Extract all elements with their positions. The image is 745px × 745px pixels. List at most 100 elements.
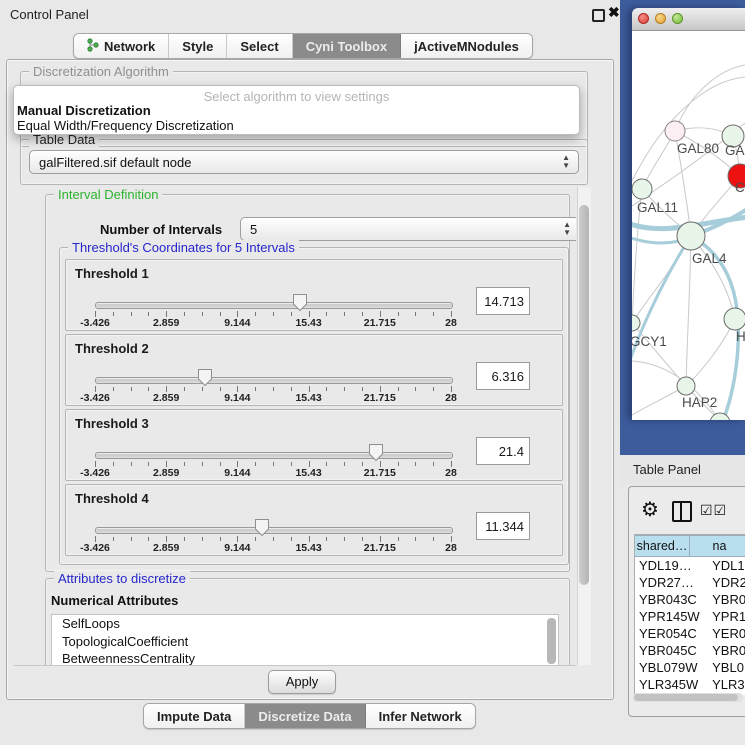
cell-shared[interactable]: YDR27…	[635, 574, 708, 591]
scrollbar-thumb[interactable]	[634, 694, 738, 701]
tab-style[interactable]: Style	[169, 34, 227, 58]
tab-infer-network-label: Infer Network	[379, 709, 462, 724]
attributes-list-scrollbar[interactable]	[547, 618, 556, 664]
threshold-4-slider-thumb[interactable]	[254, 518, 270, 537]
tick-label: 15.43	[295, 467, 321, 479]
cell-name[interactable]: YER0	[708, 625, 745, 642]
settings-scrollbar[interactable]	[577, 187, 591, 665]
float-window-icon[interactable]	[592, 9, 605, 22]
cell-shared[interactable]: YBL079W	[635, 659, 708, 676]
threshold-1-slider-track[interactable]	[95, 302, 453, 309]
node-label-gal11: GAL11	[637, 200, 678, 215]
apply-button[interactable]: Apply	[268, 670, 336, 694]
threshold-1-value-field[interactable]: 14.713	[476, 287, 530, 315]
cell-name[interactable]: YDL1	[708, 557, 745, 574]
cell-shared[interactable]: YER054C	[635, 625, 708, 642]
numerical-attributes-label: Numerical Attributes	[51, 593, 178, 608]
tick-label: 2.859	[153, 542, 179, 554]
node-gcy1[interactable]	[632, 315, 640, 331]
tab-cyni-toolbox[interactable]: Cyni Toolbox	[293, 34, 401, 58]
cell-shared[interactable]: YBR043C	[635, 591, 708, 608]
algorithm-option-manual[interactable]: Manual Discretization	[17, 103, 151, 118]
table-row[interactable]: YLR345WYLR3	[635, 676, 745, 693]
list-item-betweennesscentrality[interactable]: BetweennessCentrality	[52, 650, 558, 666]
table-row[interactable]: YDR27…YDR2	[635, 574, 745, 591]
column-header-name[interactable]: na	[690, 535, 745, 557]
node-table[interactable]: shared… na YDL19…YDL1 YDR27…YDR2 YBR043C…	[634, 534, 745, 695]
threshold-4-label: Threshold 4	[75, 491, 149, 506]
table-row[interactable]: YBR043CYBR0	[635, 591, 745, 608]
cell-name[interactable]: YLR3	[708, 676, 745, 693]
gear-icon[interactable]: ⚙	[641, 497, 659, 522]
numerical-attributes-list[interactable]: SelfLoops TopologicalCoefficient Between…	[51, 614, 559, 666]
minimize-traffic-light-icon[interactable]	[655, 13, 666, 24]
tab-network-label: Network	[104, 39, 155, 54]
tab-infer-network[interactable]: Infer Network	[366, 704, 475, 728]
threshold-1-label: Threshold 1	[75, 266, 149, 281]
tab-select[interactable]: Select	[227, 34, 292, 58]
table-row[interactable]: YBR045CYBR0	[635, 642, 745, 659]
cell-name[interactable]: YDR2	[708, 574, 745, 591]
cell-name[interactable]: YBL0	[708, 659, 745, 676]
scrollbar-thumb[interactable]	[579, 205, 589, 585]
cell-name[interactable]: YBR0	[708, 591, 745, 608]
zoom-traffic-light-icon[interactable]	[672, 13, 683, 24]
tick-label: 15.43	[295, 317, 321, 329]
table-row[interactable]: YPR145WYPR1	[635, 608, 745, 625]
list-item-topologicalcoefficient[interactable]: TopologicalCoefficient	[52, 633, 558, 651]
node-gal4[interactable]	[677, 222, 705, 250]
table-row[interactable]: YDL19…YDL1	[635, 557, 745, 574]
threshold-2-slider-thumb[interactable]	[197, 368, 213, 387]
tick-label: 15.43	[295, 542, 321, 554]
threshold-1-slider-thumb[interactable]	[292, 293, 308, 312]
threshold-2-value-field[interactable]: 6.316	[476, 362, 530, 390]
cell-shared[interactable]: YDL19…	[635, 557, 708, 574]
threshold-3-slider-track[interactable]	[95, 452, 453, 459]
node-hap2[interactable]	[677, 377, 695, 395]
tab-impute-data[interactable]: Impute Data	[144, 704, 245, 728]
cell-shared[interactable]: YPR145W	[635, 608, 708, 625]
cell-shared[interactable]: YBR045C	[635, 642, 708, 659]
number-of-intervals-combobox[interactable]: 5 ▲▼	[240, 217, 576, 241]
control-panel-titlebar: Control Panel ✖	[0, 0, 620, 28]
node-gal11[interactable]	[632, 179, 652, 199]
node-label-gal80: GAL80	[677, 141, 719, 156]
algorithm-option-equal-width[interactable]: Equal Width/Frequency Discretization	[17, 118, 234, 133]
node-label-hap2: HAP2	[682, 395, 717, 410]
select-columns-checkboxes-icon[interactable]: ☑☑	[700, 502, 727, 519]
network-view-window[interactable]: GAL80 GA C GAL11 GAL4 GCY1 H HAP2	[632, 8, 745, 420]
cell-name[interactable]: YPR1	[708, 608, 745, 625]
close-traffic-light-icon[interactable]	[638, 13, 649, 24]
tick-label: 9.144	[224, 317, 250, 329]
cell-name[interactable]: YBR0	[708, 642, 745, 659]
table-data-combobox[interactable]: galFiltered.sif default node ▲▼	[29, 150, 579, 174]
tick-label: -3.426	[80, 467, 110, 479]
table-row[interactable]: YER054CYER0	[635, 625, 745, 642]
threshold-4-slider-track[interactable]	[95, 527, 453, 534]
columns-icon[interactable]	[672, 501, 692, 522]
tab-jactivemnodules[interactable]: jActiveMNodules	[401, 34, 532, 58]
thresholds-group: Threshold's Coordinates for 5 Intervals …	[59, 247, 569, 565]
tab-network[interactable]: Network	[74, 34, 169, 58]
threshold-4-value-field[interactable]: 11.344	[476, 512, 530, 540]
tick-label: 9.144	[224, 542, 250, 554]
list-item-selfloops[interactable]: SelfLoops	[52, 615, 558, 633]
cell-shared[interactable]: YLR345W	[635, 676, 708, 693]
tick-label: 21.715	[364, 467, 396, 479]
threshold-2-panel: Threshold 2 -3.4262.8599.14415.4321.7152…	[65, 334, 563, 406]
close-icon[interactable]: ✖	[608, 4, 620, 21]
threshold-2-slider-track[interactable]	[95, 377, 453, 384]
tab-discretize-data[interactable]: Discretize Data	[245, 704, 365, 728]
table-data-group: Table Data galFiltered.sif default node …	[20, 139, 588, 185]
column-header-shared[interactable]: shared…	[635, 535, 690, 557]
threshold-3-value-field[interactable]: 21.4	[476, 437, 530, 465]
threshold-3-slider-thumb[interactable]	[368, 443, 384, 462]
tick-label: 28	[445, 542, 457, 554]
algorithm-placeholder: Select algorithm to view settings	[14, 89, 579, 104]
table-horizontal-scrollbar[interactable]	[633, 693, 743, 702]
tab-discretize-data-label: Discretize Data	[258, 709, 351, 724]
table-row[interactable]: YBL079WYBL0	[635, 659, 745, 676]
node-gal80[interactable]	[665, 121, 685, 141]
node-right-mid[interactable]	[724, 308, 745, 330]
network-canvas[interactable]: GAL80 GA C GAL11 GAL4 GCY1 H HAP2	[632, 31, 745, 420]
